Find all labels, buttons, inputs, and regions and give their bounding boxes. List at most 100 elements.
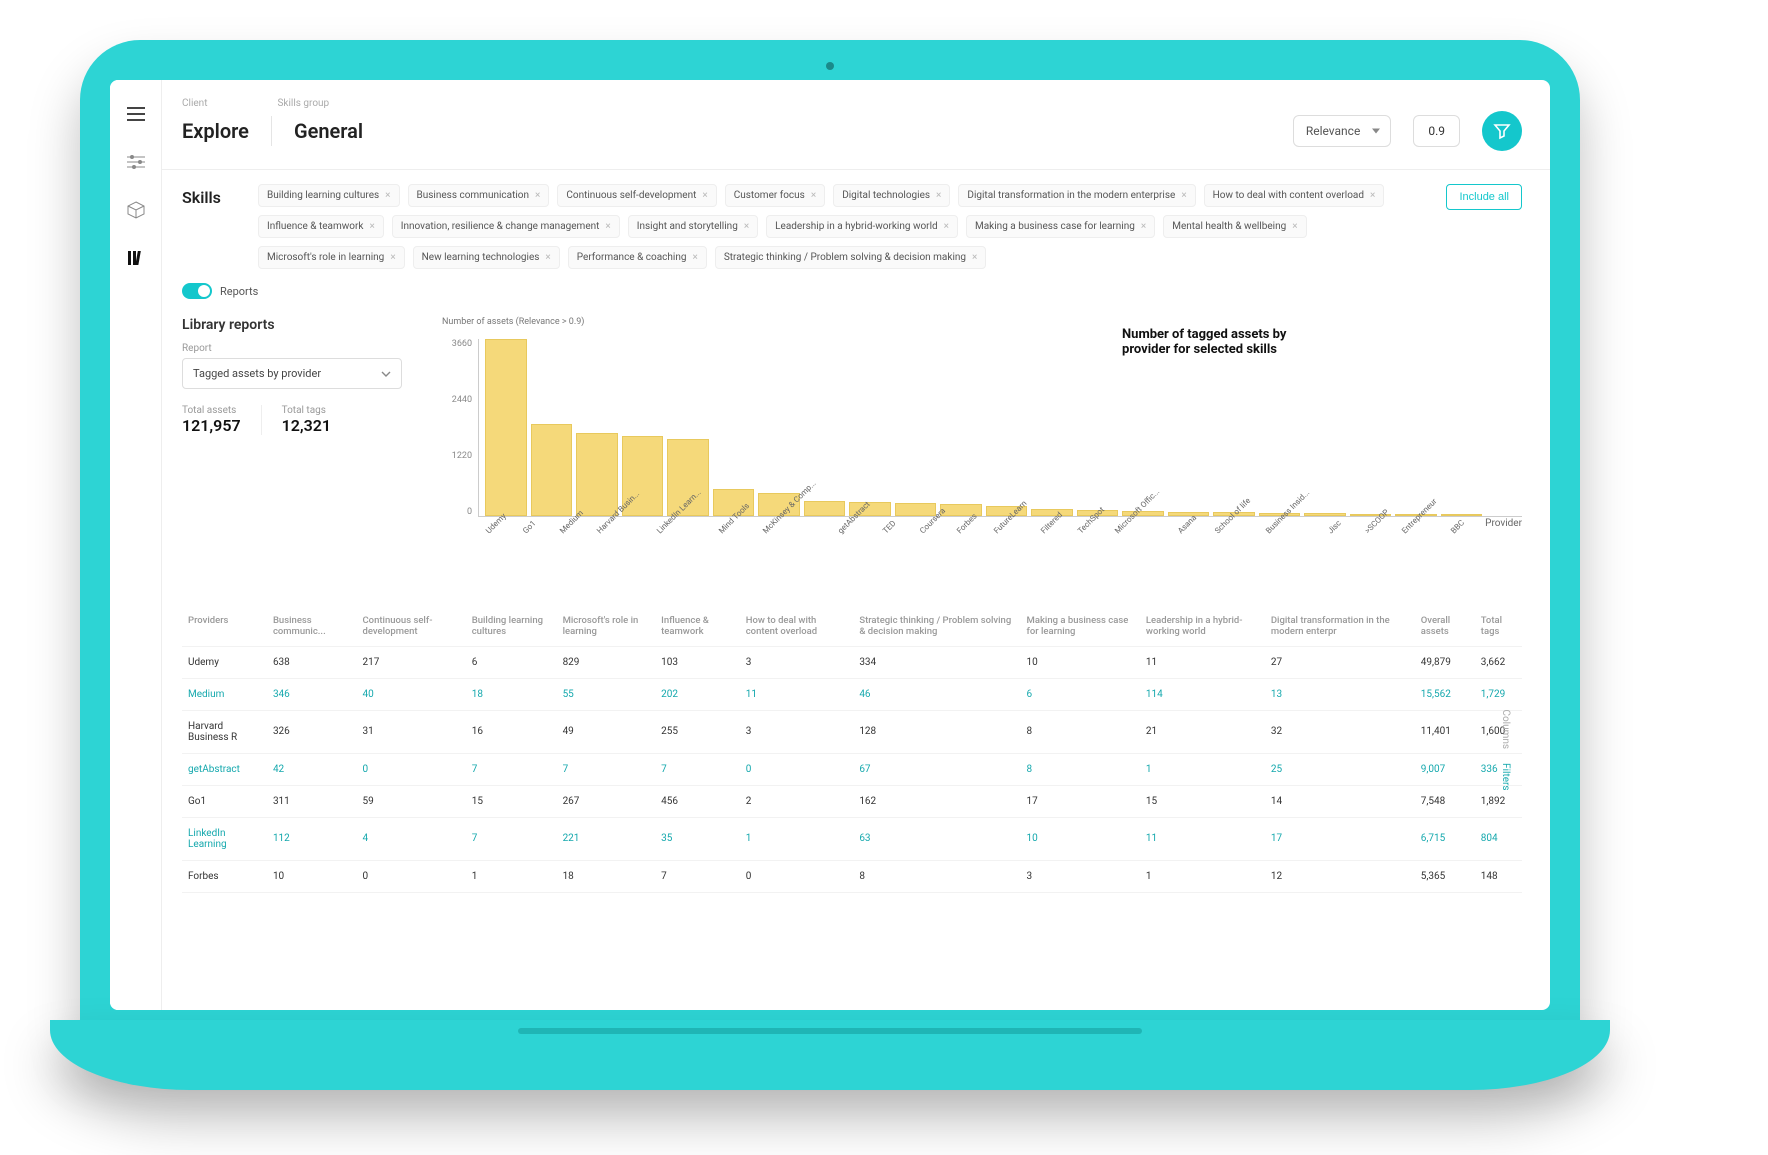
value-cell: 336 xyxy=(1475,753,1522,785)
value-cell: 0 xyxy=(740,860,854,892)
value-cell: 15 xyxy=(1140,785,1265,817)
column-header[interactable]: How to deal with content overload xyxy=(740,607,854,646)
column-header[interactable]: Business communic... xyxy=(267,607,357,646)
column-header[interactable]: Digital transformation in the modern ent… xyxy=(1265,607,1415,646)
table-row[interactable]: Medium346401855202114661141315,5621,729 xyxy=(182,678,1522,710)
value-cell: 11,401 xyxy=(1415,710,1475,753)
table-row[interactable]: Harvard Business R3263116492553128821321… xyxy=(182,710,1522,753)
reports-toggle[interactable] xyxy=(182,283,212,299)
value-cell: 103 xyxy=(655,646,740,678)
value-cell: 804 xyxy=(1475,817,1522,860)
chip-close-icon[interactable]: × xyxy=(811,190,816,201)
value-cell: 8 xyxy=(853,860,1020,892)
cube-icon[interactable] xyxy=(126,200,146,220)
chip-close-icon[interactable]: × xyxy=(1181,190,1186,201)
columns-tab[interactable]: Columns xyxy=(1500,709,1511,749)
title-row: Explore General Relevance 0.9 xyxy=(182,111,1522,151)
value-cell: 3,662 xyxy=(1475,646,1522,678)
column-header[interactable]: Influence & teamwork xyxy=(655,607,740,646)
sliders-icon[interactable] xyxy=(126,152,146,172)
column-header[interactable]: Leadership in a hybrid-working world xyxy=(1140,607,1265,646)
skill-chip[interactable]: Customer focus× xyxy=(725,184,825,207)
skill-chip[interactable]: Leadership in a hybrid-working world× xyxy=(766,215,958,238)
column-header[interactable]: Continuous self-development xyxy=(356,607,465,646)
value-cell: 6 xyxy=(1021,678,1140,710)
chip-close-icon[interactable]: × xyxy=(545,252,550,263)
include-all-button[interactable]: Include all xyxy=(1446,184,1522,210)
column-header[interactable]: Making a business case for learning xyxy=(1021,607,1140,646)
skill-chip[interactable]: Influence & teamwork× xyxy=(258,215,384,238)
chip-close-icon[interactable]: × xyxy=(390,252,395,263)
table-row[interactable]: Go1311591526745621621715147,5481,892 xyxy=(182,785,1522,817)
skills-section: Skills Building learning cultures×Busine… xyxy=(182,184,1522,269)
column-header[interactable]: Microsoft's role in learning xyxy=(557,607,656,646)
chip-close-icon[interactable]: × xyxy=(972,252,977,263)
value-cell: 63 xyxy=(853,817,1020,860)
relevance-value[interactable]: 0.9 xyxy=(1413,115,1460,147)
column-header[interactable]: Overall assets xyxy=(1415,607,1475,646)
value-cell: 221 xyxy=(557,817,656,860)
table-row[interactable]: LinkedIn Learning11247221351631011176,71… xyxy=(182,817,1522,860)
provider-cell: Udemy xyxy=(182,646,267,678)
value-cell: 17 xyxy=(1265,817,1415,860)
chip-close-icon[interactable]: × xyxy=(1370,190,1375,201)
skill-chip[interactable]: Microsoft's role in learning× xyxy=(258,246,405,269)
value-cell: 18 xyxy=(466,678,557,710)
chip-close-icon[interactable]: × xyxy=(385,190,390,201)
skill-chip[interactable]: How to deal with content overload× xyxy=(1204,184,1385,207)
value-cell: 12 xyxy=(1265,860,1415,892)
value-cell: 1,729 xyxy=(1475,678,1522,710)
report-select[interactable]: Tagged assets by provider xyxy=(182,358,402,389)
chip-close-icon[interactable]: × xyxy=(369,221,374,232)
chip-close-icon[interactable]: × xyxy=(1292,221,1297,232)
main-panel: Client Skills group Explore General Rele… xyxy=(162,80,1550,1010)
filter-button[interactable] xyxy=(1482,111,1522,151)
value-cell: 46 xyxy=(853,678,1020,710)
y-tick: 3660 xyxy=(452,339,472,349)
column-header[interactable]: Building learning cultures xyxy=(466,607,557,646)
relevance-select[interactable]: Relevance xyxy=(1293,115,1392,147)
skill-chip[interactable]: Digital technologies× xyxy=(833,184,950,207)
skill-chip[interactable]: Insight and storytelling× xyxy=(628,215,758,238)
chip-close-icon[interactable]: × xyxy=(535,190,540,201)
skill-chip[interactable]: Innovation, resilience & change manageme… xyxy=(392,215,620,238)
value-cell: 15,562 xyxy=(1415,678,1475,710)
table-row[interactable]: getAbstract42077706781259,007336 xyxy=(182,753,1522,785)
chip-close-icon[interactable]: × xyxy=(692,252,697,263)
chip-close-icon[interactable]: × xyxy=(936,190,941,201)
menu-icon[interactable] xyxy=(126,104,146,124)
value-cell: 21 xyxy=(1140,710,1265,753)
chip-close-icon[interactable]: × xyxy=(605,221,610,232)
value-cell: 11 xyxy=(1140,817,1265,860)
skill-chip[interactable]: Building learning cultures× xyxy=(258,184,400,207)
value-cell: 42 xyxy=(267,753,357,785)
skill-chip[interactable]: Digital transformation in the modern ent… xyxy=(958,184,1195,207)
value-cell: 8 xyxy=(1021,753,1140,785)
chip-close-icon[interactable]: × xyxy=(702,190,707,201)
library-icon[interactable] xyxy=(126,248,146,268)
skill-chip[interactable]: Business communication× xyxy=(408,184,550,207)
value-cell: 59 xyxy=(356,785,465,817)
skill-chip[interactable]: Performance & coaching× xyxy=(568,246,707,269)
skill-chip[interactable]: New learning technologies× xyxy=(413,246,560,269)
table-row[interactable]: Udemy6382176829103333410112749,8793,662 xyxy=(182,646,1522,678)
value-cell: 10 xyxy=(267,860,357,892)
laptop-frame: Client Skills group Explore General Rele… xyxy=(80,40,1580,1040)
skill-chip[interactable]: Making a business case for learning× xyxy=(966,215,1155,238)
column-header[interactable]: Total tags xyxy=(1475,607,1522,646)
skill-chip[interactable]: Continuous self-development× xyxy=(557,184,716,207)
value-cell: 311 xyxy=(267,785,357,817)
column-header[interactable]: Providers xyxy=(182,607,267,646)
skill-chip[interactable]: Mental health & wellbeing× xyxy=(1163,215,1306,238)
chip-close-icon[interactable]: × xyxy=(744,221,749,232)
table-row[interactable]: Forbes10011870831125,365148 xyxy=(182,860,1522,892)
value-cell: 1 xyxy=(1140,753,1265,785)
column-header[interactable]: Strategic thinking / Problem solving & d… xyxy=(853,607,1020,646)
chip-close-icon[interactable]: × xyxy=(1141,221,1146,232)
value-cell: 7 xyxy=(557,753,656,785)
chip-close-icon[interactable]: × xyxy=(944,221,949,232)
nav-rail xyxy=(110,80,162,1010)
skill-chip[interactable]: Strategic thinking / Problem solving & d… xyxy=(715,246,987,269)
value-cell: 67 xyxy=(853,753,1020,785)
filters-tab[interactable]: Filters xyxy=(1500,763,1511,791)
